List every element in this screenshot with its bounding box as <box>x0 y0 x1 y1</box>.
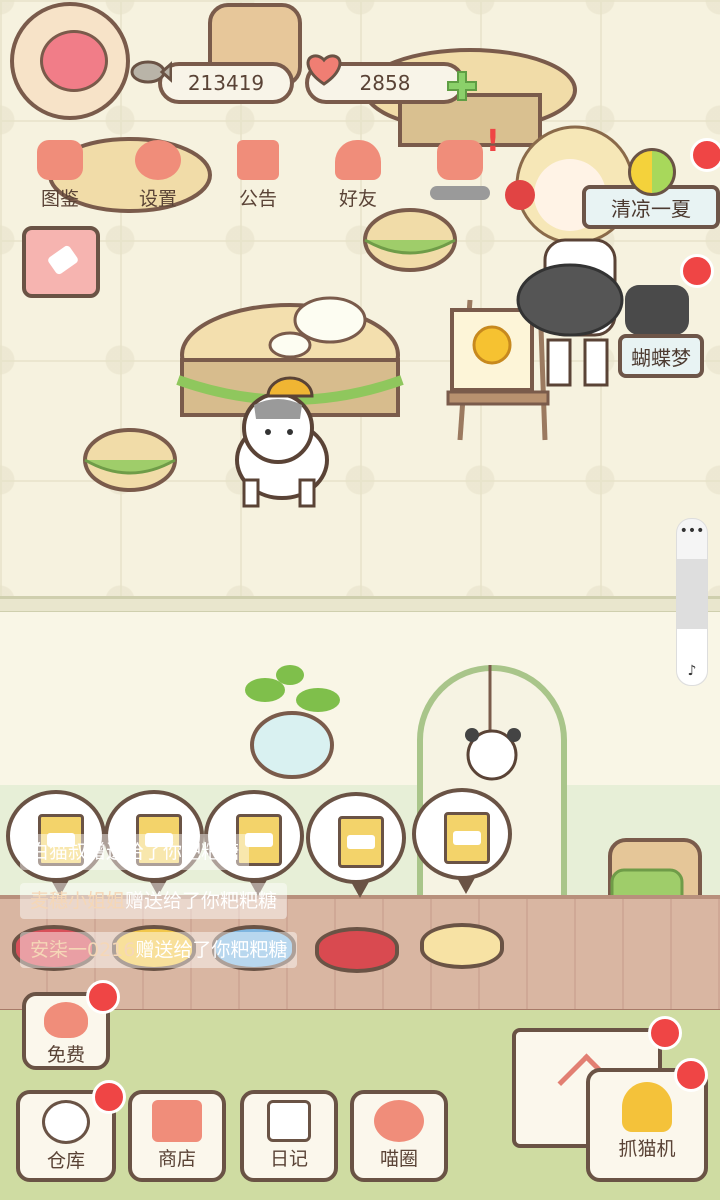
potted-plant <box>245 665 340 779</box>
gift-box-icon <box>237 140 279 180</box>
plus-icon <box>447 71 477 101</box>
butterfly-event-icon <box>625 285 689 335</box>
nav-label: 仓库 <box>46 1150 85 1172</box>
summer-event-icon <box>628 148 676 196</box>
claw-machine-label: 抓猫机 <box>618 1138 676 1160</box>
gift-log-entry: 白猫叔赠送给了你粑粑糖 <box>20 834 250 870</box>
cat-face-icon <box>37 140 83 180</box>
menu-announcement[interactable]: 公告 <box>218 140 298 211</box>
food-bowl[interactable] <box>420 923 504 969</box>
alert-exclamation-icon: ! <box>486 124 500 159</box>
gift-sender: 安柒一0216 <box>30 939 136 961</box>
add-hearts-button[interactable] <box>446 70 478 102</box>
notification-dot <box>680 254 714 288</box>
diary-icon <box>267 1100 311 1142</box>
fish-icon <box>130 60 172 84</box>
game-scene: 213419 2858 图鉴 设置 公告 好友 ! 清凉一夏 蝴蝶梦 ••• ♪… <box>0 0 720 1200</box>
menu-label: 设置 <box>138 188 177 210</box>
fish-count: 213419 <box>187 71 265 95</box>
more-icon: ••• <box>679 523 705 539</box>
menu-collection[interactable]: 图鉴 <box>20 140 100 211</box>
nav-label: 日记 <box>269 1148 308 1170</box>
nav-diary[interactable]: 日记 <box>240 1090 338 1182</box>
gift-log-entry: 安柒一0216赠送给了你粑粑糖 <box>20 932 298 968</box>
rice-ball-icon <box>42 1100 90 1144</box>
teapot <box>293 296 367 344</box>
menu-label: 图鉴 <box>40 188 79 210</box>
gift-message: 赠送给了你粑粑糖 <box>135 939 288 961</box>
butterfly-event-tag[interactable]: 蝴蝶梦 <box>618 334 704 378</box>
heart-icon <box>306 54 342 86</box>
nav-label: 喵圈 <box>379 1148 418 1170</box>
slider-track <box>677 559 707 629</box>
claw-icon <box>622 1082 672 1132</box>
food-bag-icon <box>338 816 384 868</box>
butterfly-event-label: 蝴蝶梦 <box>631 345 691 370</box>
gift-log-entry: 麦穗小姐姐赠送给了你粑粑糖 <box>20 883 288 919</box>
planet-cat-icon <box>374 1100 424 1142</box>
heart-count: 2858 <box>359 71 411 95</box>
pencil-icon <box>46 244 80 276</box>
heart-icon <box>44 1002 88 1038</box>
friends-icon <box>335 140 381 180</box>
avatar-face-icon <box>40 30 108 92</box>
music-volume-slider[interactable]: ••• ♪ <box>676 518 708 686</box>
free-label: 免费 <box>46 1044 85 1066</box>
shop-icon <box>152 1100 202 1142</box>
loading-bar <box>430 186 490 200</box>
notepad-button[interactable] <box>22 226 100 298</box>
notification-dot <box>648 1016 682 1050</box>
food-bowl[interactable] <box>315 927 399 973</box>
nav-shop[interactable]: 商店 <box>128 1090 226 1182</box>
menu-settings[interactable]: 设置 <box>118 140 198 211</box>
menu-label: 好友 <box>338 188 377 210</box>
nav-label: 商店 <box>157 1148 196 1170</box>
food-bag-icon <box>444 812 490 864</box>
fish-counter[interactable]: 213419 <box>158 62 294 104</box>
menu-label: 公告 <box>238 188 277 210</box>
music-note-icon: ♪ <box>687 663 697 679</box>
menu-friends[interactable]: 好友 <box>318 140 398 211</box>
broken-heart-icon <box>437 140 483 180</box>
notification-dot <box>92 1080 126 1114</box>
gift-message: 赠送给了你粑粑糖 <box>87 841 240 863</box>
nav-cat-circle[interactable]: 喵圈 <box>350 1090 448 1182</box>
food-request-bubble[interactable] <box>306 792 406 898</box>
notification-dot <box>674 1058 708 1092</box>
player-avatar[interactable] <box>10 2 130 120</box>
notification-dot <box>86 980 120 1014</box>
food-request-bubble[interactable] <box>412 788 512 894</box>
notification-dot <box>690 138 720 172</box>
summer-event-label: 清凉一夏 <box>611 196 691 221</box>
gear-icon <box>135 140 181 180</box>
gift-message: 赠送给了你粑粑糖 <box>125 890 278 912</box>
gift-sender: 白猫叔 <box>30 841 88 863</box>
gift-sender: 麦穗小姐姐 <box>30 890 126 912</box>
teacup <box>268 331 312 359</box>
